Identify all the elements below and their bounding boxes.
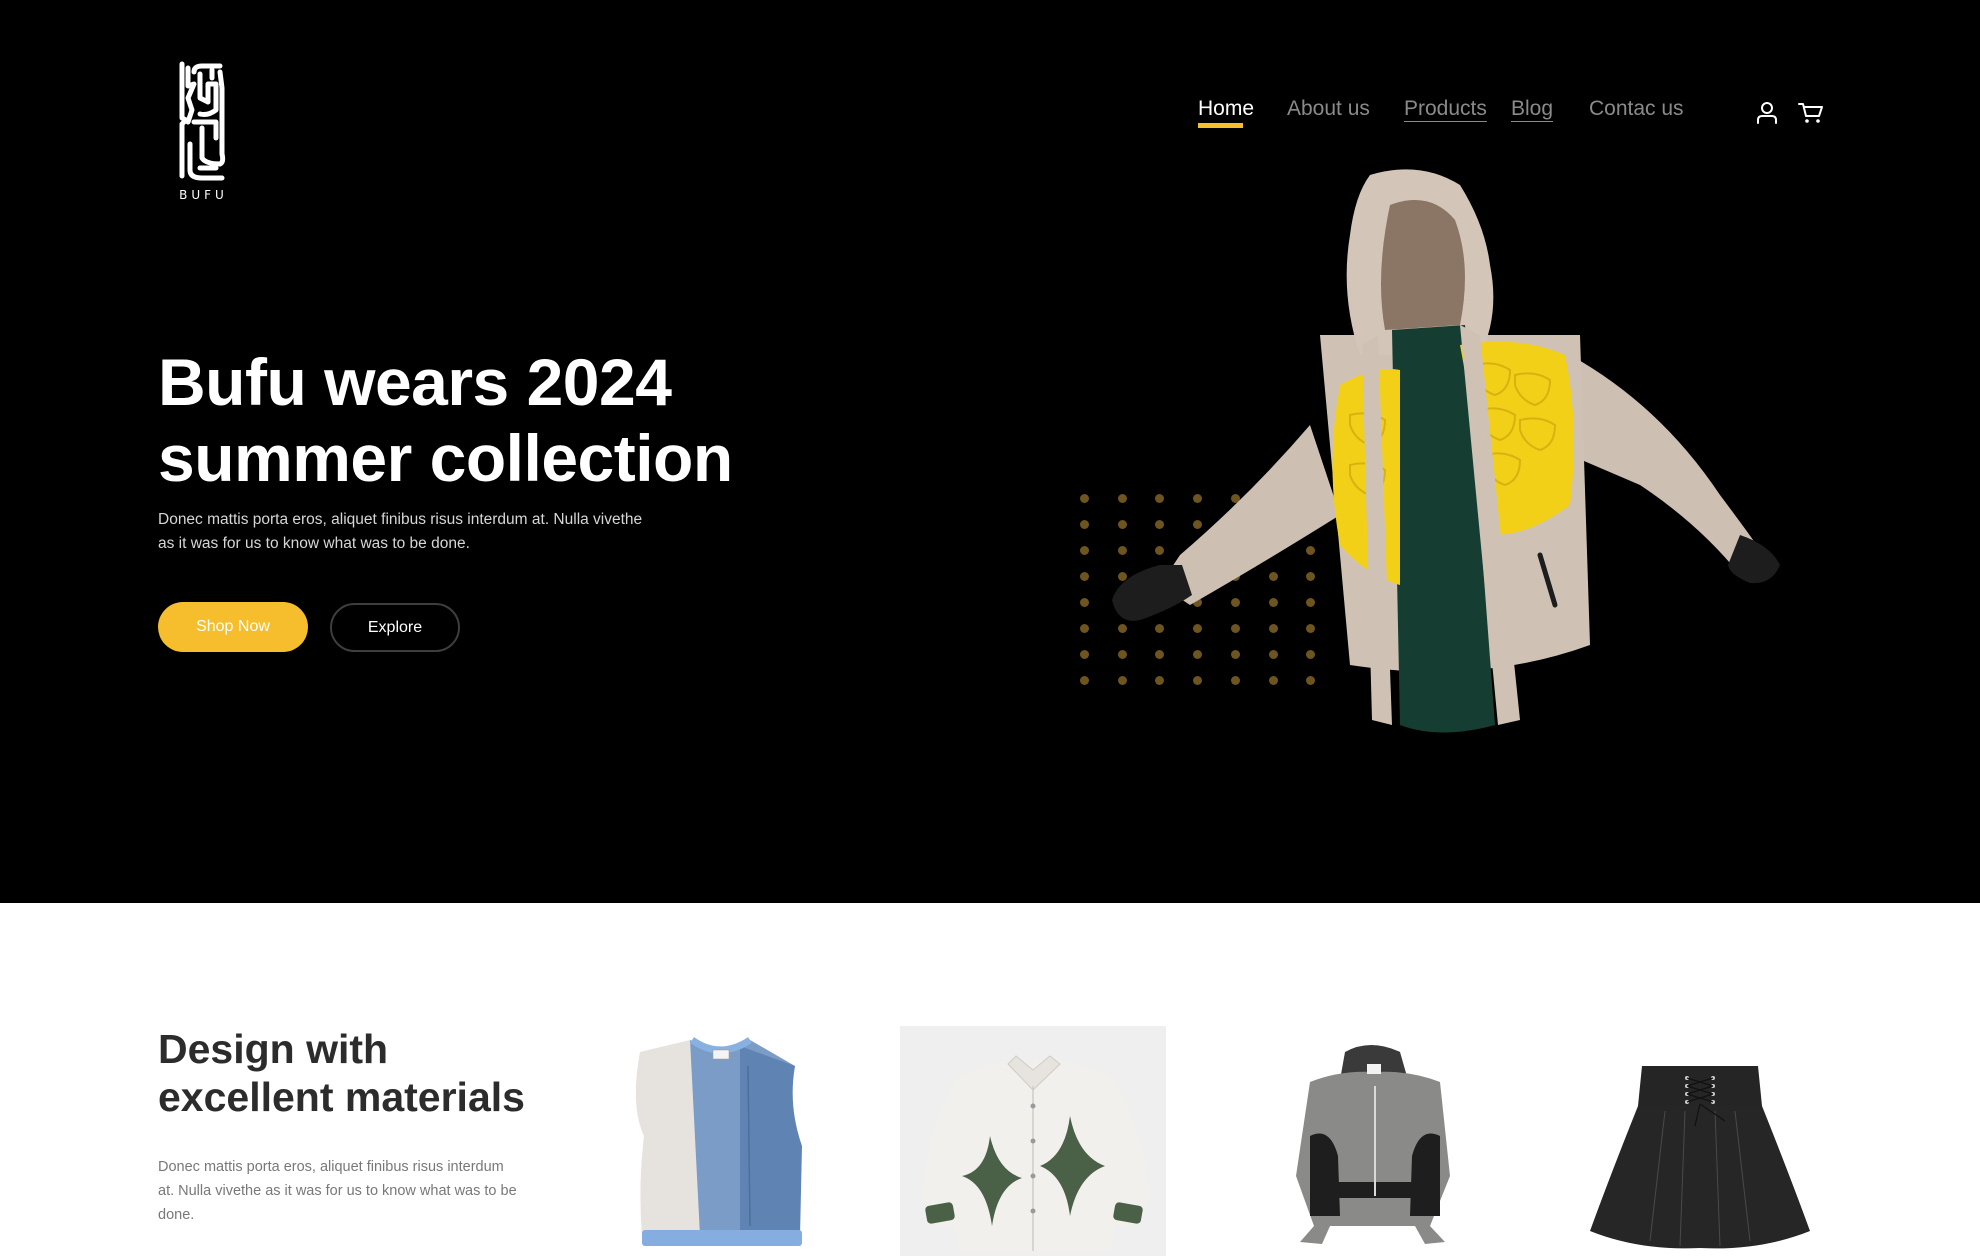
cart-button[interactable]	[1796, 98, 1826, 128]
materials-title-line-2: excellent materials	[158, 1074, 525, 1120]
hero-title-line-2: summer collection	[158, 421, 733, 495]
black-skirt-image	[1590, 1066, 1810, 1249]
brand-name: BUFU	[179, 188, 228, 202]
denim-vest-image	[635, 1037, 802, 1246]
account-button[interactable]	[1752, 98, 1782, 128]
gray-bomber-image	[1296, 1045, 1450, 1244]
hero-title: Bufu wears 2024 summer collection	[158, 344, 733, 496]
explore-button[interactable]: Explore	[330, 603, 460, 652]
product-card-black-skirt[interactable]	[1560, 1026, 1840, 1256]
shop-now-button[interactable]: Shop Now	[158, 602, 308, 652]
nav-item-contact-us[interactable]: Contac us	[1589, 94, 1684, 124]
bufu-glyph-logo-icon	[179, 61, 226, 181]
materials-title-line-1: Design with	[158, 1026, 389, 1072]
brand-logo[interactable]: BUFU	[172, 58, 232, 208]
materials-title: Design with excellent materials	[158, 1025, 525, 1121]
nav-active-indicator	[1198, 123, 1243, 128]
hero-title-line-1: Bufu wears 2024	[158, 345, 672, 419]
hero-section: BUFU Home About us Products Blog Contac …	[0, 0, 1980, 903]
white-jacket-image	[922, 1055, 1150, 1251]
nav-item-products[interactable]: Products	[1404, 94, 1487, 124]
decorative-dot	[1080, 624, 1089, 633]
decorative-dot	[1080, 650, 1089, 659]
decorative-dot	[1080, 520, 1089, 529]
product-card-gray-bomber[interactable]	[1250, 1026, 1500, 1256]
decorative-dot	[1080, 494, 1089, 503]
decorative-dot	[1080, 676, 1089, 685]
decorative-dot	[1080, 598, 1089, 607]
hooded-jacket-illustration	[1112, 169, 1780, 733]
hero-product-image	[1100, 165, 1820, 745]
decorative-dot	[1080, 546, 1089, 555]
product-card-white-jacket[interactable]	[900, 1026, 1166, 1256]
materials-description: Donec mattis porta eros, aliquet finibus…	[158, 1159, 517, 1223]
hero-description: Donec mattis porta eros, aliquet finibus…	[158, 511, 643, 552]
user-icon	[1757, 102, 1777, 124]
nav-item-home[interactable]: Home	[1198, 94, 1254, 124]
cart-icon	[1798, 103, 1823, 123]
nav-item-blog[interactable]: Blog	[1511, 94, 1553, 124]
decorative-dot	[1080, 572, 1089, 581]
nav-item-about-us[interactable]: About us	[1287, 94, 1370, 124]
product-card-denim-vest[interactable]	[620, 1026, 880, 1256]
